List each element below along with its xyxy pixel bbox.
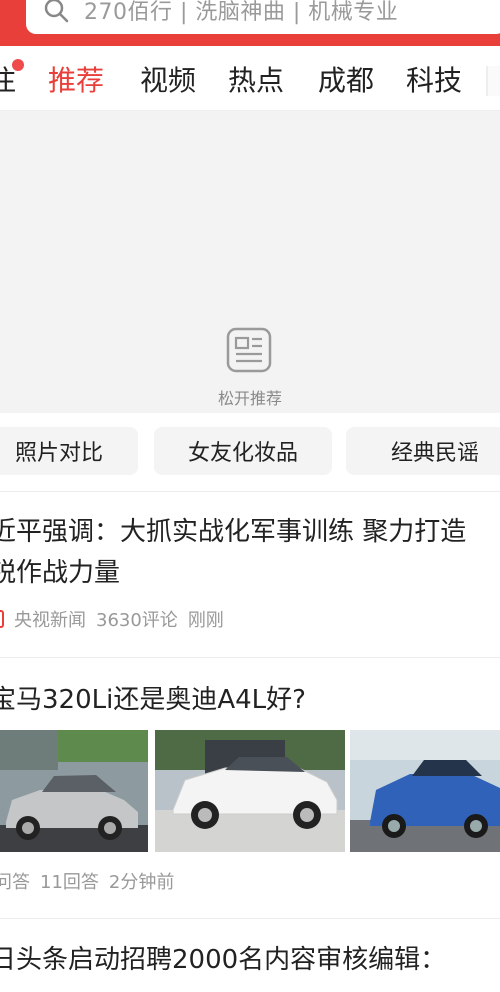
article-title-line[interactable]: 近平强调：大抓实战化军事训练 聚力打造 (0, 510, 500, 554)
article-comments: 3630评论 (96, 610, 178, 631)
car-image[interactable] (350, 730, 500, 852)
qa-answers: 11回答 (40, 872, 99, 893)
chip-classic-folk[interactable]: 经典民谣 (346, 427, 500, 475)
divider (0, 918, 500, 919)
chip-photo-compare[interactable]: 照片对比 (0, 427, 138, 475)
article-time: 刚刚 (187, 610, 224, 631)
notification-dot (12, 59, 24, 71)
qa-meta: 问答 11回答 2分钟前 (0, 868, 184, 894)
car-image[interactable] (155, 730, 345, 852)
release-hint: 松开推荐 (217, 389, 282, 408)
news-icon (226, 327, 272, 373)
car-image[interactable] (0, 730, 148, 852)
tab-overflow-button[interactable] (486, 66, 500, 96)
tab-recommend[interactable]: 推荐 (48, 59, 104, 99)
qa-source[interactable]: 问答 (0, 868, 30, 894)
top-bar: 270佰行 | 洗脑神曲 | 机械专业 (0, 0, 500, 46)
tab-video[interactable]: 视频 (140, 59, 196, 99)
tab-tech[interactable]: 科技 (406, 59, 462, 99)
tab-chengdu[interactable]: 成都 (318, 59, 374, 99)
divider (0, 657, 500, 658)
suggestion-chips: 照片对比 女友化妆品 经典民谣 (0, 413, 500, 491)
source-badge-icon (0, 610, 4, 628)
search-box[interactable]: 270佰行 | 洗脑神曲 | 机械专业 (26, 0, 500, 34)
article-title-line[interactable]: 日头条启动招聘2000名内容审核编辑： (0, 938, 500, 982)
qa-title[interactable]: 宝马320Li还是奥迪A4L好? (0, 678, 500, 722)
article-source[interactable]: 央视新闻 (14, 606, 86, 632)
divider (0, 491, 500, 492)
search-query[interactable]: 270佰行 | 洗脑神曲 | 机械专业 (84, 0, 398, 26)
pull-refresh-area: 松开推荐 (0, 111, 500, 413)
article-meta: 央视新闻 3630评论 刚刚 (0, 606, 234, 632)
tab-hot[interactable]: 热点 (228, 59, 284, 99)
search-icon (44, 0, 69, 23)
channel-tabs: 注 推荐 视频 热点 成都 科技 (0, 46, 500, 111)
chip-girlfriend-cosmetics[interactable]: 女友化妆品 (154, 427, 332, 475)
qa-time: 2分钟前 (108, 872, 175, 893)
article-title-line[interactable]: 锐作战力量 (0, 551, 500, 595)
